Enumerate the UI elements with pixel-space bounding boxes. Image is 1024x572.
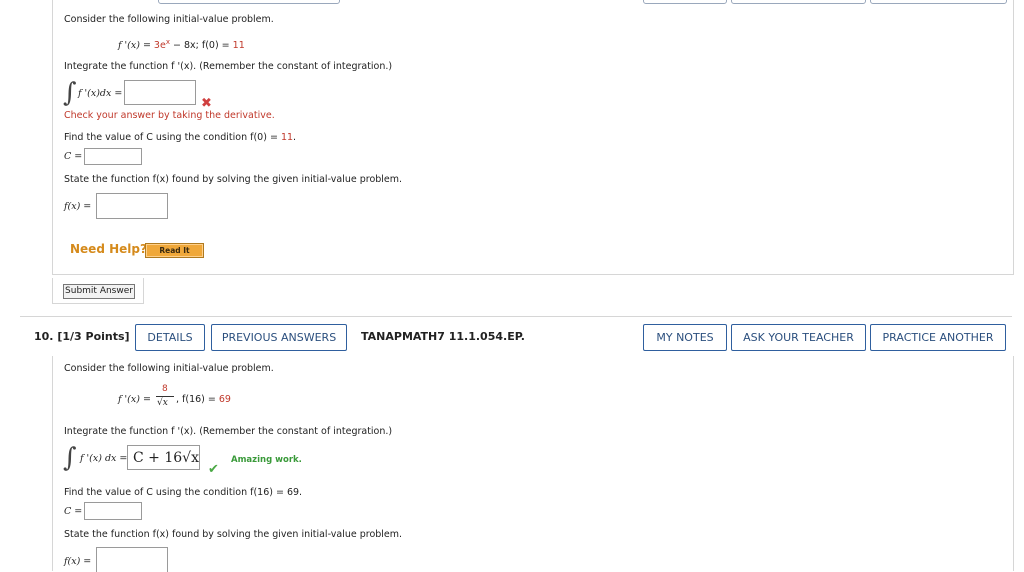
q10-code: TANAPMATH7 11.1.054.EP.	[361, 330, 525, 343]
q9-find-c: Find the value of C using the condition …	[64, 132, 296, 143]
q10-c-input[interactable]	[84, 502, 142, 520]
submit-answer-button[interactable]: Submit Answer	[63, 284, 135, 299]
ask-your-teacher-button[interactable]: ASK YOUR TEACHER	[731, 324, 866, 351]
top-tab	[643, 0, 727, 4]
q10-state-prompt: State the function f(x) found by solving…	[64, 529, 403, 540]
incorrect-x-icon: ✖	[201, 96, 212, 111]
q9-find-c-prompt: Find the value of C using the condition …	[64, 132, 281, 143]
q10-find-c-prompt: Find the value of C using the condition …	[64, 487, 303, 498]
q10-number: 10.	[34, 330, 54, 343]
q9-fx-input[interactable]	[96, 193, 168, 219]
q10-points: [1/3 Points]	[57, 330, 130, 343]
q10-intro: Consider the following initial-value pro…	[64, 363, 274, 374]
integral-sign-icon: ∫	[63, 443, 77, 473]
top-tab	[731, 0, 866, 4]
q9-equation: f '(x) = 3ex − 8x; f(0) = 11	[118, 38, 245, 51]
q9-equation-init: 11	[232, 40, 245, 52]
integral-sign-icon: ∫	[63, 78, 77, 108]
q9-c-input[interactable]	[84, 148, 142, 165]
q10-equation-rest-group: , f(16) = 69	[176, 394, 231, 405]
q10-feedback: Amazing work.	[231, 455, 302, 465]
q10-numerator: 8	[162, 384, 168, 394]
q10-integral-label: f '(x) dx =	[80, 453, 128, 464]
q9-hint: Check your answer by taking the derivati…	[64, 110, 275, 121]
correct-check-icon: ✔	[208, 462, 219, 477]
top-tab	[158, 0, 340, 4]
q10-number-points: 10. [1/3 Points]	[34, 330, 130, 343]
q9-c-label: C =	[64, 151, 83, 162]
q9-intro: Consider the following initial-value pro…	[64, 14, 274, 25]
q9-state-prompt: State the function f(x) found by solving…	[64, 174, 403, 185]
my-notes-button[interactable]: MY NOTES	[643, 324, 727, 351]
fraction-bar	[156, 396, 174, 397]
top-tab	[870, 0, 1007, 4]
q9-find-c-value: 11	[280, 132, 294, 143]
q10-fx-label: f(x) =	[64, 556, 92, 567]
q9-equation-lhs: f '(x) =	[118, 40, 154, 52]
details-button[interactable]: DETAILS	[135, 324, 205, 351]
q10-integral-input[interactable]: C + 16√x	[127, 445, 200, 470]
need-help-label: Need Help?	[70, 242, 147, 256]
q10-equation-rest: , f(16) =	[176, 394, 219, 405]
practice-another-button[interactable]: PRACTICE ANOTHER	[870, 324, 1006, 351]
q10-fx-input[interactable]	[96, 547, 168, 572]
q10-integrate-prompt: Integrate the function f '(x). (Remember…	[64, 426, 393, 437]
q9-fx-label: f(x) =	[64, 201, 92, 212]
q9-integral-label: f '(x)dx =	[78, 88, 123, 99]
q9-integral-input[interactable]	[124, 80, 196, 105]
q9-find-c-period: .	[293, 132, 297, 143]
q10-c-label: C =	[64, 506, 83, 517]
q9-integrate-prompt: Integrate the function f '(x). (Remember…	[64, 61, 393, 72]
q9-equation-coef: 3e	[153, 40, 166, 52]
q10-equation-lhs: f '(x) =	[118, 394, 151, 405]
q9-equation-rest: − 8x; f(0) =	[169, 40, 233, 52]
q10-denominator: √x	[157, 398, 168, 408]
read-it-button[interactable]: Read It	[145, 243, 204, 258]
q10-equation-init: 69	[218, 394, 231, 405]
previous-answers-button[interactable]: PREVIOUS ANSWERS	[211, 324, 347, 351]
